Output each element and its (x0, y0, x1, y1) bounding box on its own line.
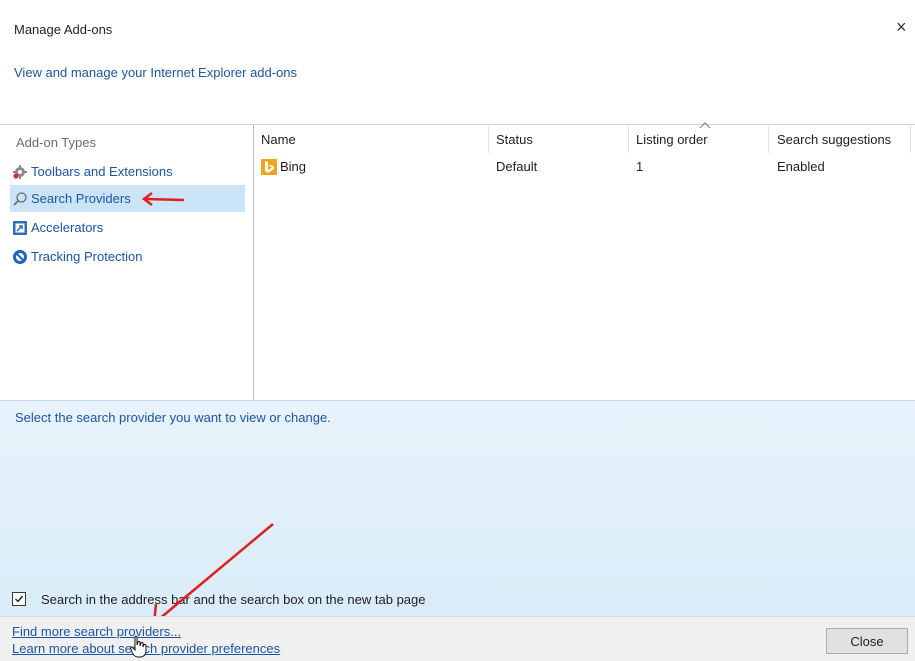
checkmark-icon (15, 595, 24, 603)
provider-name: Bing (280, 159, 307, 174)
addon-type-label: Toolbars and Extensions (31, 164, 173, 179)
search-icon (12, 191, 28, 207)
column-header-listing-order[interactable]: Listing order (636, 132, 708, 147)
column-header-search-suggestions[interactable]: Search suggestions (777, 132, 891, 147)
hand-cursor-icon (129, 635, 147, 658)
window-title: Manage Add-ons (14, 22, 113, 37)
tracking-protection-icon (12, 249, 28, 265)
details-text: Select the search provider you want to v… (15, 410, 331, 425)
annotation-arrow-icon (141, 191, 184, 206)
provider-search-suggestions: Enabled (777, 159, 825, 174)
addon-type-toolbars-extensions[interactable]: Toolbars and Extensions (10, 158, 245, 185)
subtitle-link[interactable]: View and manage your Internet Explorer a… (14, 65, 297, 80)
gear-icon (12, 164, 28, 180)
accelerator-icon (12, 220, 28, 236)
close-icon[interactable]: × (896, 18, 907, 36)
sort-ascending-icon (699, 122, 711, 129)
bing-icon (261, 159, 277, 175)
addon-type-label: Accelerators (31, 220, 104, 235)
close-button[interactable]: Close (826, 628, 908, 654)
column-separator (910, 126, 911, 153)
column-header-name[interactable]: Name (261, 132, 296, 147)
column-separator (488, 126, 489, 153)
find-more-providers-link[interactable]: Find more search providers... (12, 624, 181, 639)
addon-type-label: Search Providers (31, 191, 131, 206)
addon-types-header: Add-on Types (16, 135, 96, 150)
search-address-bar-checkbox[interactable] (12, 592, 26, 606)
addon-type-search-providers[interactable]: Search Providers (10, 185, 245, 212)
addon-type-tracking-protection[interactable]: Tracking Protection (10, 243, 245, 270)
column-separator (768, 126, 769, 153)
column-header-status[interactable]: Status (496, 132, 533, 147)
addon-type-label: Tracking Protection (31, 249, 143, 264)
provider-status: Default (496, 159, 538, 174)
column-separator (628, 126, 629, 153)
addon-type-accelerators[interactable]: Accelerators (10, 214, 245, 241)
details-pane (0, 400, 915, 617)
provider-listing-order: 1 (636, 159, 644, 174)
